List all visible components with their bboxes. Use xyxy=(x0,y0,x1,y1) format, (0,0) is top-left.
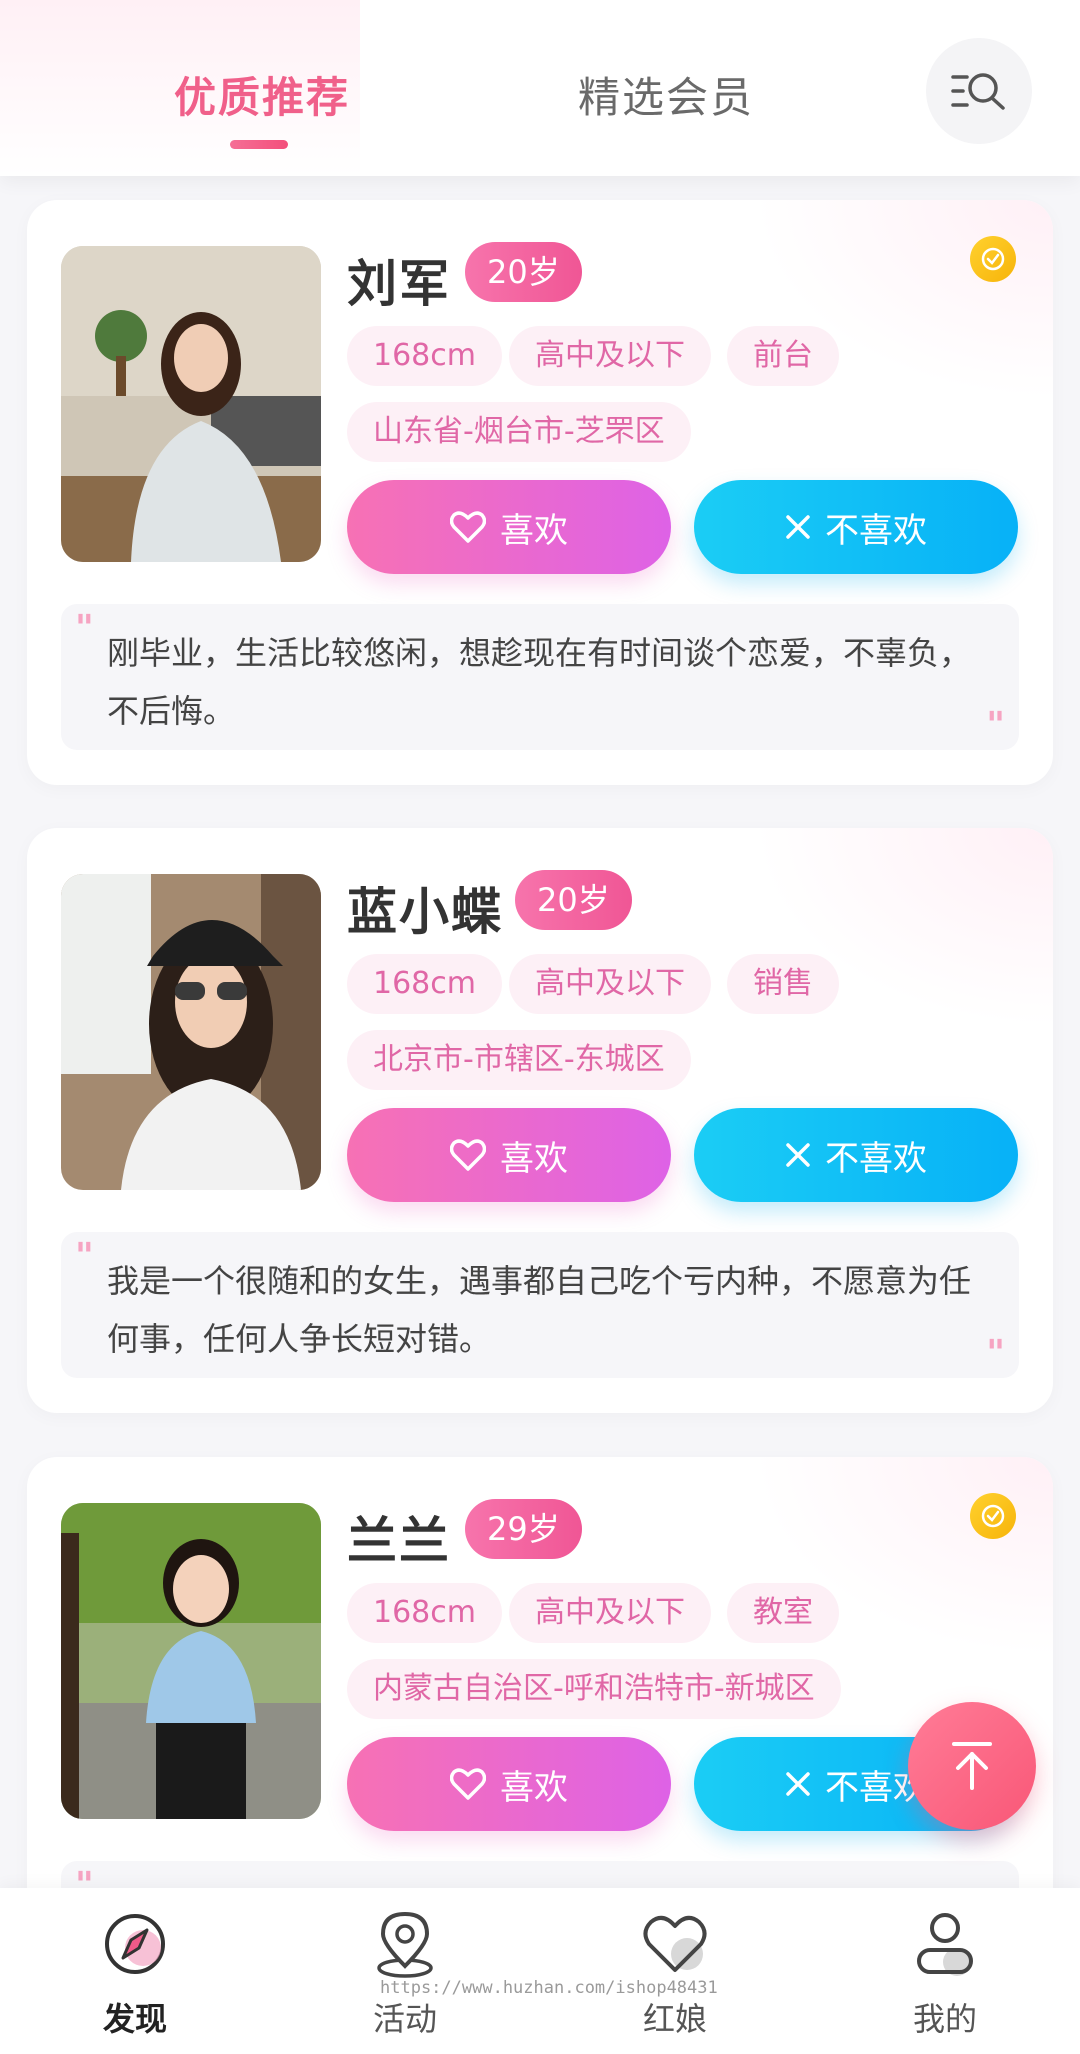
intro-text: 刚毕业，生活比较悠闲，想趁现在有时间谈个恋爱，不辜负，不后悔。 xyxy=(107,634,972,730)
age-badge: 20岁 xyxy=(465,242,582,302)
tag-height: 168cm xyxy=(347,954,502,1014)
quote-open-icon: " xyxy=(75,1236,94,1277)
verified-badge xyxy=(970,1493,1016,1539)
profile-name: 蓝小蝶 xyxy=(347,883,503,941)
top-header: 优质推荐 精选会员 xyxy=(0,0,1080,176)
profile-photo[interactable] xyxy=(61,874,321,1190)
tag-location: 北京市-市辖区-东城区 xyxy=(347,1030,691,1090)
dislike-label: 不喜欢 xyxy=(825,510,927,551)
profile-card[interactable]: 蓝小蝶 20岁 168cm 高中及以下 销售 北京市-市辖区-东城区 喜欢 不喜… xyxy=(27,828,1053,1413)
heart-outline-icon xyxy=(450,1768,486,1800)
profile-photo[interactable] xyxy=(61,1503,321,1819)
like-label: 喜欢 xyxy=(500,1138,568,1179)
age-badge: 20岁 xyxy=(515,870,632,930)
search-filter-icon xyxy=(951,73,1005,110)
tag-education: 高中及以下 xyxy=(509,326,711,386)
location-pin-icon xyxy=(377,1911,433,1978)
tag-height: 168cm xyxy=(347,1583,502,1643)
tag-job: 销售 xyxy=(727,954,839,1014)
bottom-navigation: 发现 活动 红娘 我的 https://www.huzhan.com/ishop… xyxy=(0,1888,1080,2054)
heart-outline-icon xyxy=(450,511,486,543)
close-icon xyxy=(786,1143,810,1167)
nav-label: 发现 xyxy=(102,2000,167,2038)
search-filter-button[interactable] xyxy=(926,38,1032,144)
tag-education: 高中及以下 xyxy=(509,1583,711,1643)
close-icon xyxy=(786,1772,810,1796)
dislike-label: 不喜欢 xyxy=(825,1138,927,1179)
nav-discover[interactable]: 发现 xyxy=(45,1908,225,2048)
tag-job: 教室 xyxy=(727,1583,839,1643)
intro-quote: " 我是一个很随和的女生，遇事都自己吃个亏内种，不愿意为任何事，任何人争长短对错… xyxy=(61,1232,1019,1378)
tab-premium-recommend[interactable]: 优质推荐 xyxy=(174,64,350,125)
quote-close-icon: " xyxy=(986,705,1005,746)
nav-mine[interactable]: 我的 xyxy=(855,1908,1035,2048)
back-to-top-button[interactable] xyxy=(908,1702,1036,1830)
heart-icon xyxy=(643,1915,707,1972)
nav-label: 我的 xyxy=(912,2000,977,2038)
dislike-button[interactable]: 不喜欢 xyxy=(694,1108,1018,1202)
profile-name: 刘军 xyxy=(347,255,451,313)
dislike-button[interactable]: 不喜欢 xyxy=(694,480,1018,574)
tag-job: 前台 xyxy=(727,326,839,386)
intro-quote: " 刚毕业，生活比较悠闲，想趁现在有时间谈个恋爱，不辜负，不后悔。 " xyxy=(61,604,1019,750)
user-icon xyxy=(917,1913,973,1976)
tag-education: 高中及以下 xyxy=(509,954,711,1014)
verified-badge xyxy=(970,236,1016,282)
like-label: 喜欢 xyxy=(500,1767,568,1808)
quote-open-icon: " xyxy=(75,608,94,649)
age-badge: 29岁 xyxy=(465,1499,582,1559)
like-label: 喜欢 xyxy=(500,510,568,551)
arrow-up-icon xyxy=(952,1742,992,1790)
tag-location: 内蒙古自治区-呼和浩特市-新城区 xyxy=(347,1659,841,1719)
quote-close-icon: " xyxy=(986,1333,1005,1374)
profile-photo[interactable] xyxy=(61,246,321,562)
like-button[interactable]: 喜欢 xyxy=(347,1108,671,1202)
nav-label: 活动 xyxy=(372,2000,437,2038)
heart-outline-icon xyxy=(450,1139,486,1171)
verified-icon xyxy=(981,247,1005,271)
like-button[interactable]: 喜欢 xyxy=(347,480,671,574)
tab-selected-members[interactable]: 精选会员 xyxy=(578,64,754,125)
verified-icon xyxy=(981,1504,1005,1528)
tag-height: 168cm xyxy=(347,326,502,386)
intro-text: 我是一个很随和的女生，遇事都自己吃个亏内种，不愿意为任何事，任何人争长短对错。 xyxy=(107,1262,972,1358)
like-button[interactable]: 喜欢 xyxy=(347,1737,671,1831)
close-icon xyxy=(786,515,810,539)
compass-icon xyxy=(105,1914,165,1974)
active-tab-indicator xyxy=(230,140,288,149)
profile-card[interactable]: 刘军 20岁 168cm 高中及以下 前台 山东省-烟台市-芝罘区 喜欢 不喜欢… xyxy=(27,200,1053,785)
nav-label: 红娘 xyxy=(642,2000,707,2038)
tag-location: 山东省-烟台市-芝罘区 xyxy=(347,402,691,462)
profile-name: 兰兰 xyxy=(347,1512,451,1570)
watermark-text: https://www.huzhan.com/ishop48431 xyxy=(380,1978,718,1998)
